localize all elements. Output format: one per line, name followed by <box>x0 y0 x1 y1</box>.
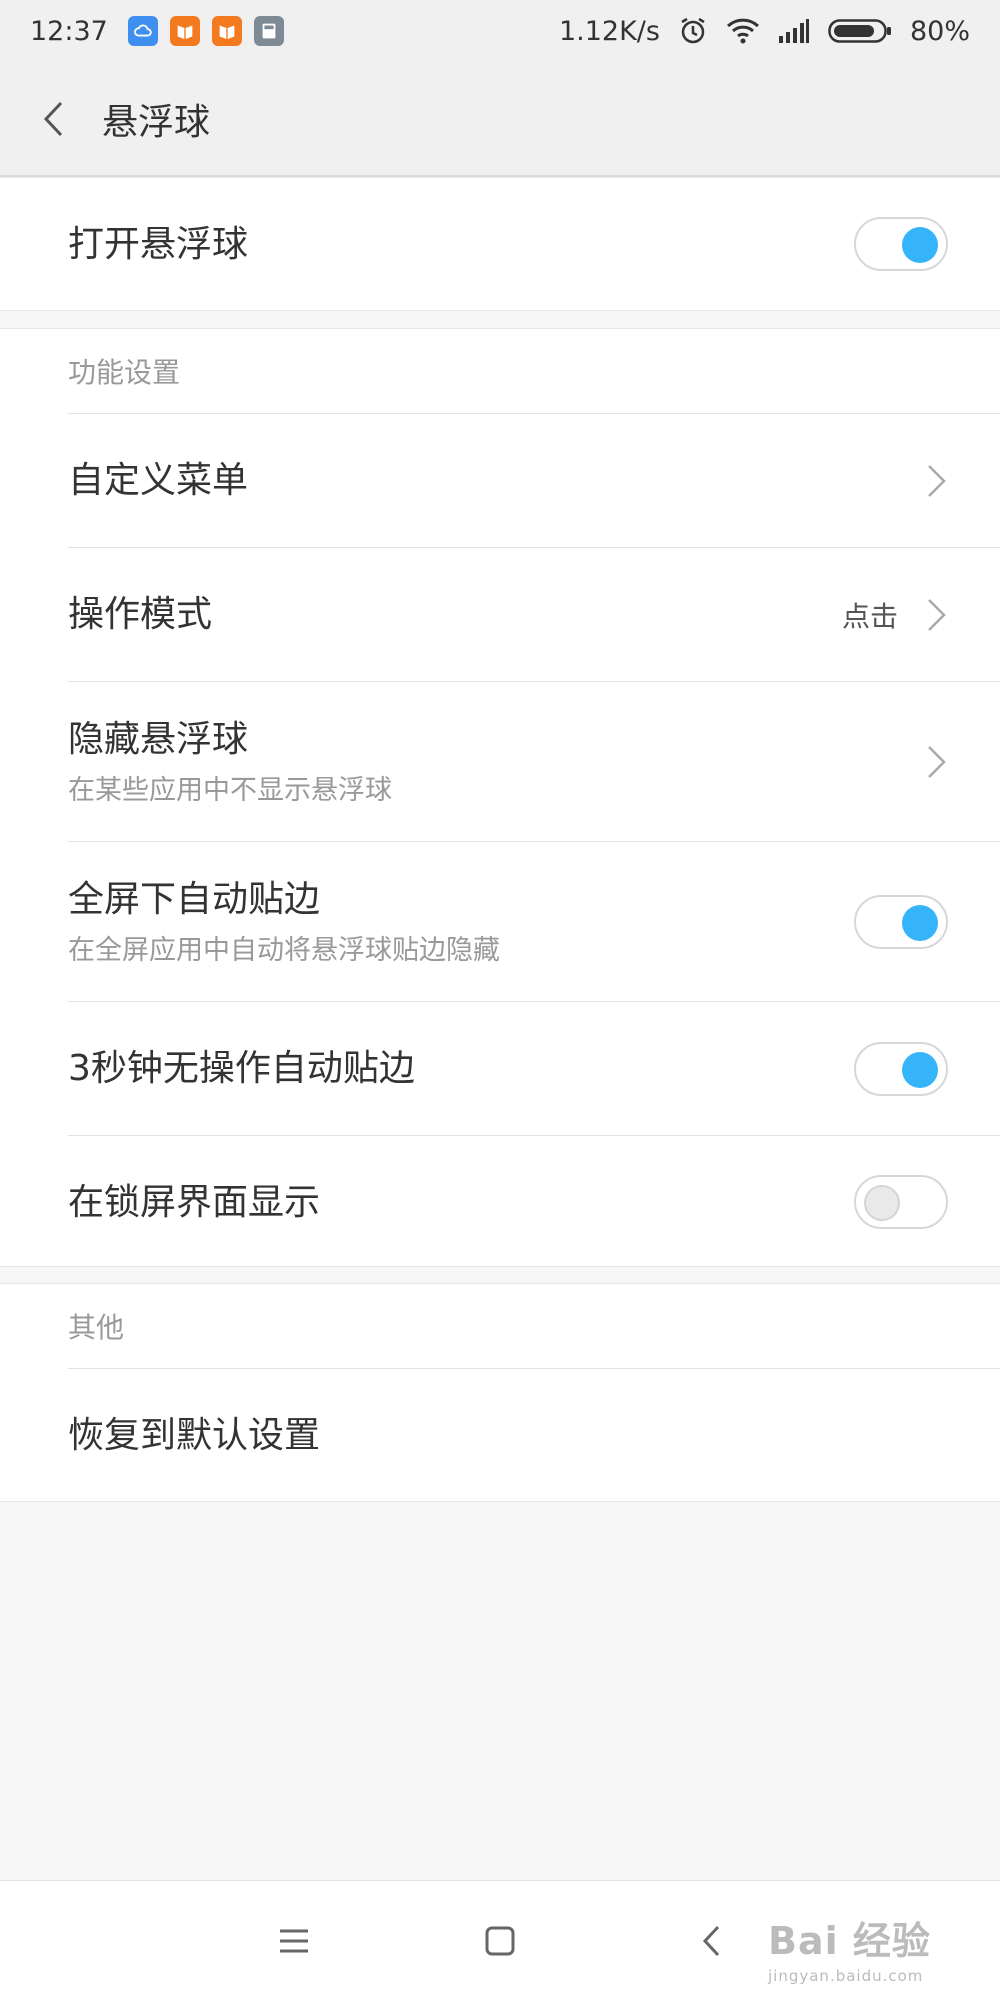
battery-icon <box>828 17 892 45</box>
toggle-knob <box>902 1051 938 1088</box>
book-app-icon <box>169 16 200 46</box>
fullscreen-edge-toggle[interactable] <box>854 894 948 949</box>
hide-ball-row[interactable]: 隐藏悬浮球 在某些应用中不显示悬浮球 <box>68 682 1000 842</box>
floating-ball-toggle[interactable] <box>854 217 948 271</box>
main-toggle-group: 打开悬浮球 <box>0 177 1000 311</box>
row-subtitle: 在某些应用中不显示悬浮球 <box>68 774 392 806</box>
menu-icon <box>280 1929 308 1953</box>
status-left: 12:37 <box>30 16 284 47</box>
operation-mode-value: 点击 <box>841 599 898 633</box>
toggle-knob <box>902 904 938 941</box>
lockscreen-row[interactable]: 在锁屏界面显示 <box>68 1136 1000 1268</box>
row-subtitle: 在全屏应用中自动将悬浮球贴边隐藏 <box>68 934 500 966</box>
operation-mode-row[interactable]: 操作模式 点击 <box>68 548 1000 682</box>
row-title: 3秒钟无操作自动贴边 <box>68 1048 415 1089</box>
signal-icon <box>778 18 810 44</box>
calculator-app-icon <box>253 16 284 46</box>
section-header: 其他 <box>68 1284 1000 1369</box>
row-title: 操作模式 <box>68 594 213 635</box>
custom-menu-row[interactable]: 自定义菜单 <box>68 414 1000 548</box>
status-time: 12:37 <box>30 15 108 47</box>
home-icon <box>485 1926 515 1956</box>
reset-defaults-row[interactable]: 恢复到默认设置 <box>68 1369 1000 1501</box>
status-bar: 12:37 1.12K/s 80% <box>0 0 1000 62</box>
home-button[interactable] <box>478 1919 522 1963</box>
chevron-right-icon <box>928 598 946 631</box>
row-title: 在锁屏界面显示 <box>68 1181 321 1223</box>
page-title: 悬浮球 <box>102 101 211 143</box>
idle-edge-row[interactable]: 3秒钟无操作自动贴边 <box>68 1002 1000 1136</box>
watermark-logo: Bai 经验 <box>768 1919 931 1963</box>
menu-button[interactable] <box>272 1919 316 1963</box>
function-settings-group: 功能设置 自定义菜单 操作模式 点击 隐藏悬浮球 在某些应用中不显示悬浮球 全屏… <box>0 328 1000 1267</box>
reset-defaults-label: 恢复到默认设置 <box>68 1414 321 1456</box>
chevron-right-icon <box>928 745 946 778</box>
watermark: Bai 经验 jingyan.baidu.com <box>768 1910 968 1990</box>
wifi-icon <box>726 17 760 45</box>
net-speed: 1.12K/s <box>558 15 660 47</box>
status-right: 1.12K/s 80% <box>559 16 970 47</box>
battery-level: 80% <box>909 15 970 47</box>
alarm-icon <box>678 16 708 46</box>
back-arrow-icon <box>702 1925 720 1957</box>
section-label-function: 功能设置 <box>68 356 181 389</box>
idle-edge-toggle[interactable] <box>854 1041 948 1096</box>
row-title: 自定义菜单 <box>68 460 249 501</box>
toggle-knob <box>864 1185 900 1221</box>
back-nav-button[interactable] <box>690 1919 734 1963</box>
row-title: 全屏下自动贴边 <box>68 878 321 920</box>
row-title: 隐藏悬浮球 <box>68 718 249 760</box>
book-app-icon <box>211 16 242 46</box>
lockscreen-toggle[interactable] <box>854 1175 948 1229</box>
header: 悬浮球 <box>0 62 1000 177</box>
chevron-right-icon <box>928 464 946 497</box>
chevron-left-icon <box>43 101 63 136</box>
main-toggle-row[interactable]: 打开悬浮球 <box>68 178 1000 310</box>
fullscreen-edge-row[interactable]: 全屏下自动贴边 在全屏应用中自动将悬浮球贴边隐藏 <box>68 842 1000 1002</box>
main-toggle-label: 打开悬浮球 <box>68 223 249 265</box>
other-group: 其他 恢复到默认设置 <box>0 1283 1000 1502</box>
back-button[interactable] <box>8 61 98 176</box>
section-header: 功能设置 <box>68 329 1000 414</box>
toggle-knob <box>902 227 938 263</box>
section-label-other: 其他 <box>68 1311 125 1344</box>
watermark-url: jingyan.baidu.com <box>768 1967 924 1985</box>
cloud-app-icon <box>127 16 158 46</box>
